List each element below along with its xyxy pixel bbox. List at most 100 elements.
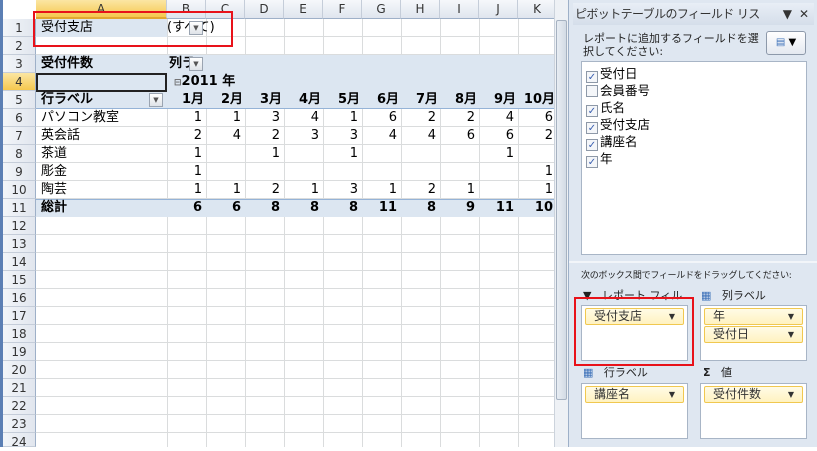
field-tag[interactable]: 受付件数 ▼ <box>704 386 803 403</box>
row-header-17[interactable]: 17 <box>3 307 36 325</box>
pane-title: ピボットテーブルのフィールド リス <box>575 7 760 21</box>
grand-total-cell: 6 <box>192 200 202 215</box>
grand-total-cell: 11 <box>378 200 397 215</box>
row-labels-dropdown[interactable]: ▼ <box>149 93 163 107</box>
column-header-H[interactable]: H <box>401 0 440 19</box>
row-header-2[interactable]: 2 <box>3 37 36 55</box>
value-cell: 2 <box>427 110 436 125</box>
value-cell <box>282 163 319 181</box>
value-cell <box>438 145 475 163</box>
field-item[interactable]: ✓ 講座名 <box>586 133 638 151</box>
value-cell: 2 <box>427 182 436 197</box>
row-label: 陶芸 <box>41 182 68 197</box>
column-header-J[interactable]: J <box>479 0 518 19</box>
row-header-7[interactable]: 7 <box>3 127 36 145</box>
layout-options-button[interactable]: ▤ ▼ <box>766 31 806 55</box>
row-header-12[interactable]: 12 <box>3 217 36 235</box>
field-item[interactable]: ✓ 受付日 <box>586 65 638 83</box>
value-cell <box>477 163 514 181</box>
row-header-8[interactable]: 8 <box>3 145 36 163</box>
row-header-16[interactable]: 16 <box>3 289 36 307</box>
row-header-4[interactable]: 4 <box>3 73 36 91</box>
field-list[interactable]: ✓ 受付日 会員番号 ✓ 氏名 ✓ 受付支店 ✓ 講座名 ✓ 年 <box>581 61 807 255</box>
row-header-10[interactable]: 10 <box>3 181 36 199</box>
dropdown-arrow-icon: ▼ <box>787 312 794 321</box>
row-header-5[interactable]: 5 <box>3 91 36 109</box>
grand-total-cell: 8 <box>348 200 358 215</box>
highlight-box <box>574 297 694 366</box>
row-header-9[interactable]: 9 <box>3 163 36 181</box>
column-header-G[interactable]: G <box>362 0 401 19</box>
pane-title-bar: ピボットテーブルのフィールド リス ▼ ✕ <box>573 3 814 25</box>
sigma-icon: Σ <box>703 366 711 379</box>
collapse-icon[interactable]: ⊟ <box>174 78 182 88</box>
row-header-20[interactable]: 20 <box>3 361 36 379</box>
choose-fields-text: レポートに追加するフィールドを選択してください: <box>583 32 759 58</box>
column-header-K[interactable]: K <box>518 0 557 19</box>
grand-total-cell: 8 <box>426 200 436 215</box>
column-labels-area-header: 列ラベル <box>721 289 766 302</box>
row-labels-area[interactable]: 講座名 ▼ <box>581 383 688 439</box>
value-cell <box>360 163 397 181</box>
row-header-13[interactable]: 13 <box>3 235 36 253</box>
values-area[interactable]: 受付件数 ▼ <box>700 383 807 439</box>
row-header-22[interactable]: 22 <box>3 397 36 415</box>
row-header-23[interactable]: 23 <box>3 415 36 433</box>
value-cell: 1 <box>193 182 202 197</box>
field-item[interactable]: 会員番号 <box>586 82 650 99</box>
column-header-I[interactable]: I <box>440 0 479 19</box>
active-cell-A4[interactable] <box>36 73 167 92</box>
month-header: 10月 <box>523 92 555 107</box>
column-header-E[interactable]: E <box>284 0 323 19</box>
row-header-3[interactable]: 3 <box>3 55 36 73</box>
column-header-D[interactable]: D <box>245 0 284 19</box>
dropdown-arrow-icon: ▼ <box>787 330 794 339</box>
drag-instruction: 次のボックス間でフィールドをドラッグしてください: <box>581 271 792 281</box>
value-cell <box>321 163 358 181</box>
value-field-label: 受付件数 <box>41 56 94 71</box>
row-header-14[interactable]: 14 <box>3 253 36 271</box>
year-label: 2011 年 <box>181 74 236 89</box>
pivot-field-list-pane: ピボットテーブルのフィールド リス ▼ ✕ レポートに追加するフィールドを選択し… <box>568 0 817 447</box>
scrollbar-thumb[interactable] <box>556 20 567 400</box>
field-tag[interactable]: 年 ▼ <box>704 308 803 325</box>
month-header: 9月 <box>493 92 516 107</box>
pane-menu-icon[interactable]: ▼ <box>783 3 792 25</box>
column-header-F[interactable]: F <box>323 0 362 19</box>
spreadsheet[interactable]: A B C D E F G H I J K 1 2 3 4 5 6 7 8 9 10 11 12 13 14 15 16 17 18 19… <box>0 0 568 449</box>
row-label: 彫金 <box>41 164 68 179</box>
month-header: 2月 <box>220 92 243 107</box>
field-tag[interactable]: 受付日 ▼ <box>704 326 803 343</box>
field-item[interactable]: ✓ 受付支店 <box>586 116 650 134</box>
column-labels-dropdown[interactable]: ▼ <box>189 57 203 71</box>
month-header: 7月 <box>415 92 438 107</box>
month-header: 3月 <box>259 92 282 107</box>
field-tag[interactable]: 講座名 ▼ <box>585 386 684 403</box>
close-icon[interactable]: ✕ <box>799 3 809 25</box>
value-cell: 4 <box>310 110 319 125</box>
checkbox[interactable]: ✓ <box>586 156 598 168</box>
row-header-19[interactable]: 19 <box>3 343 36 361</box>
value-cell: 3 <box>349 182 358 197</box>
row-header-15[interactable]: 15 <box>3 271 36 289</box>
row-labels-icon: ▦ <box>583 366 594 379</box>
grand-total-cell: 8 <box>270 200 280 215</box>
row-labels-area-header: 行ラベル <box>603 366 648 379</box>
value-cell: 3 <box>271 110 280 125</box>
month-header: 1月 <box>181 92 204 107</box>
row-header-6[interactable]: 6 <box>3 109 36 127</box>
field-item[interactable]: ✓ 氏名 <box>586 99 625 117</box>
field-item[interactable]: ✓ 年 <box>586 150 613 168</box>
month-header: 5月 <box>337 92 360 107</box>
value-cell: 1 <box>349 110 358 125</box>
grand-total-label: 総計 <box>41 200 68 215</box>
checkbox[interactable] <box>586 85 598 97</box>
month-header: 6月 <box>376 92 399 107</box>
highlight-box <box>33 11 233 47</box>
row-header-18[interactable]: 18 <box>3 325 36 343</box>
row-header-11[interactable]: 11 <box>3 199 36 217</box>
row-header-1[interactable]: 1 <box>3 19 36 37</box>
column-labels-area[interactable]: 年 ▼ 受付日 ▼ <box>700 305 807 361</box>
row-header-24[interactable]: 24 <box>3 433 36 449</box>
row-header-21[interactable]: 21 <box>3 379 36 397</box>
